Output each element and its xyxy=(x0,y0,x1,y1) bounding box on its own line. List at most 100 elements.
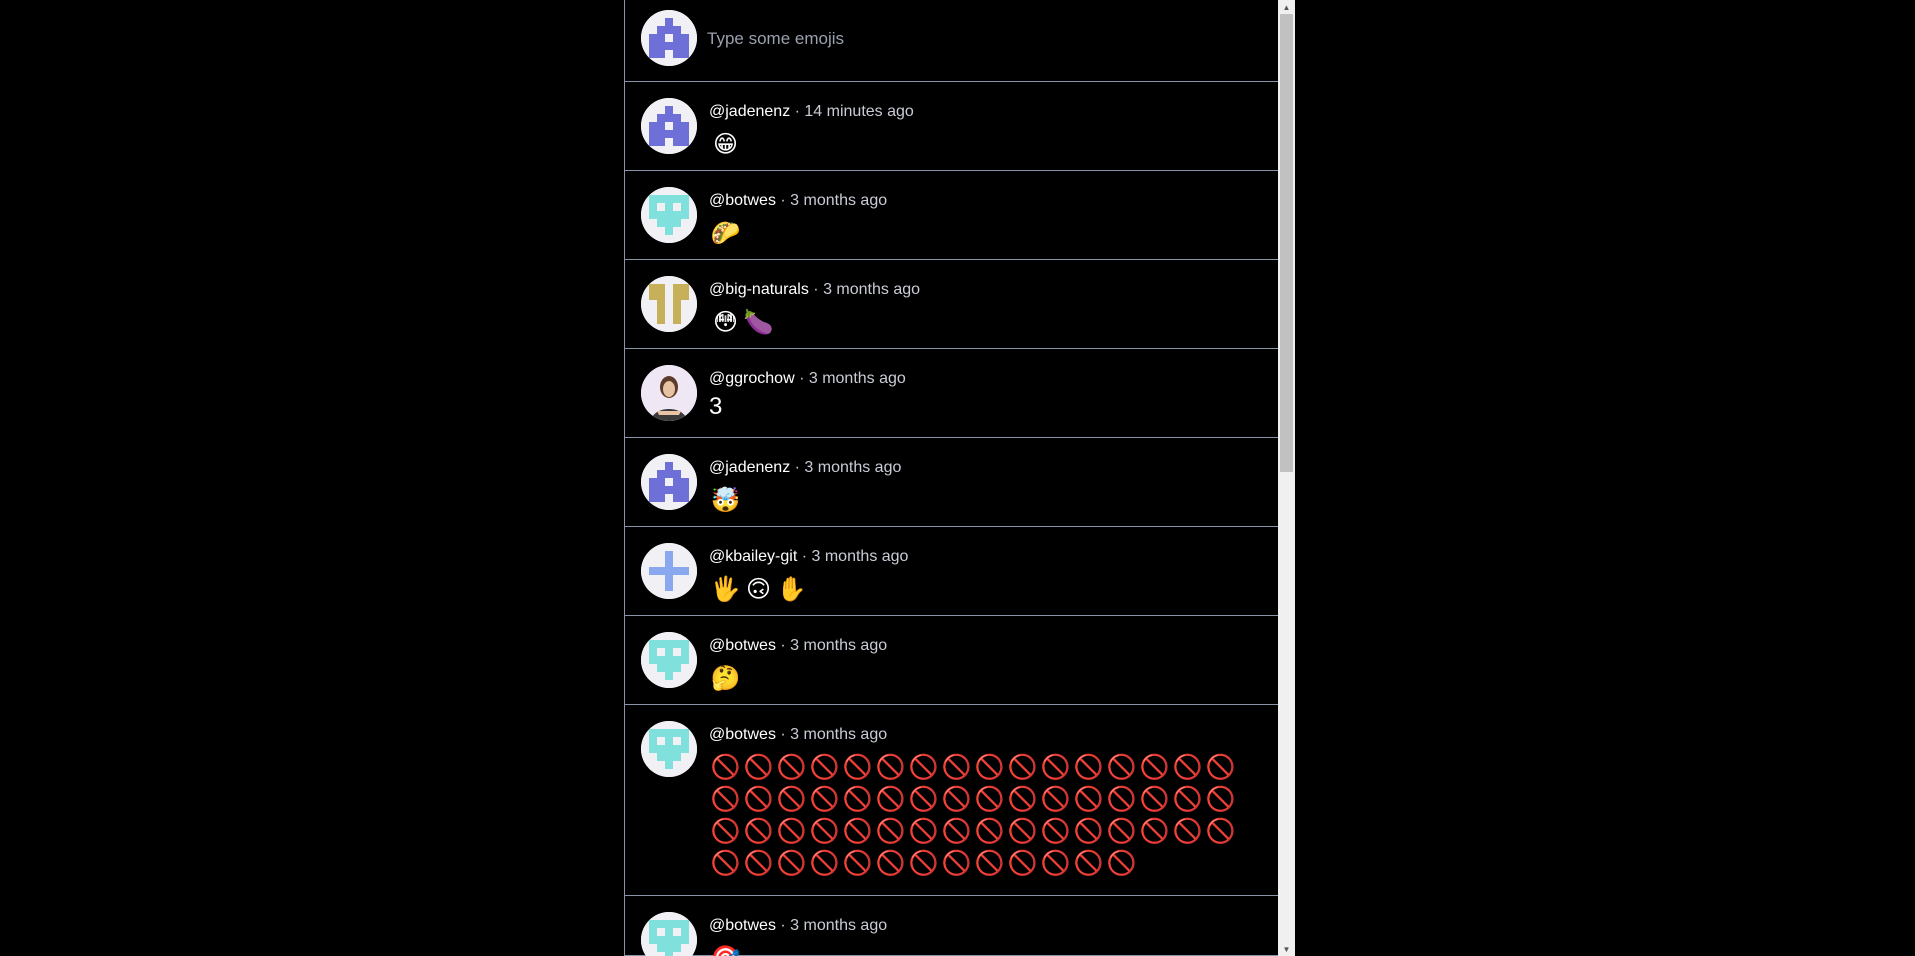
emoji: 🚫 xyxy=(1106,753,1137,781)
emoji-list: 🌮 xyxy=(709,217,1239,249)
user-avatar[interactable] xyxy=(641,912,697,956)
post-body: @jadenenz · 14 minutes ago 😁 xyxy=(709,102,1267,160)
emoji: 🍆 xyxy=(743,308,774,336)
emoji: 🖐 xyxy=(710,575,741,603)
emoji: 🚫 xyxy=(743,817,774,845)
post-item: @kbailey-git · 3 months ago 🖐 🙃 ✋ xyxy=(625,527,1279,616)
username-link[interactable]: @jadenenz xyxy=(709,459,790,476)
username-link[interactable]: @botwes xyxy=(709,917,776,934)
emoji: 🚫 xyxy=(941,849,972,877)
emoji-input[interactable] xyxy=(707,24,1227,54)
username-link[interactable]: @jadenenz xyxy=(709,103,790,120)
user-avatar[interactable] xyxy=(641,98,697,154)
emoji-feed: @jadenenz · 14 minutes ago 😁 @botwes · 3 m… xyxy=(624,0,1279,956)
post-timestamp: 14 minutes ago xyxy=(804,103,914,120)
scroll-up-arrow-icon[interactable]: ▲ xyxy=(1278,0,1295,14)
emoji: 🚫 xyxy=(743,849,774,877)
emoji-list: 🎯 xyxy=(709,942,1239,956)
emoji: 🚫 xyxy=(974,817,1005,845)
emoji: 🚫 xyxy=(1007,785,1038,813)
post-timestamp: 3 months ago xyxy=(804,459,902,476)
emoji: 🚫 xyxy=(1106,849,1137,877)
post-body: @ggrochow · 3 months ago 3 xyxy=(709,369,1267,421)
emoji: 🚫 xyxy=(1106,785,1137,813)
emoji: 🚫 xyxy=(1073,849,1104,877)
emoji: 🚫 xyxy=(842,849,873,877)
emoji: ✋ xyxy=(776,575,807,603)
emoji: 🚫 xyxy=(941,753,972,781)
post-body: @botwes · 3 months ago 🎯 xyxy=(709,916,1267,956)
emoji: 🚫 xyxy=(1139,753,1170,781)
emoji: 🚫 xyxy=(1040,849,1071,877)
meta-separator: · xyxy=(794,370,809,387)
emoji: 🚫 xyxy=(875,753,906,781)
username-link[interactable]: @kbailey-git xyxy=(709,548,797,565)
emoji: 🚫 xyxy=(776,817,807,845)
username-link[interactable]: @ggrochow xyxy=(709,370,795,387)
emoji: 🚫 xyxy=(743,753,774,781)
emoji-list: 🤔 xyxy=(709,662,1239,694)
post-meta: @jadenenz · 3 months ago xyxy=(709,458,1267,478)
post-meta: @botwes · 3 months ago xyxy=(709,725,1267,745)
post-body: @kbailey-git · 3 months ago 🖐 🙃 ✋ xyxy=(709,547,1267,605)
user-avatar[interactable] xyxy=(641,632,697,688)
emoji: 🚫 xyxy=(1073,785,1104,813)
emoji: 🚫 xyxy=(842,817,873,845)
post-meta: @botwes · 3 months ago xyxy=(709,916,1267,936)
username-link[interactable]: @big-naturals xyxy=(709,281,809,298)
username-link[interactable]: @botwes xyxy=(709,192,776,209)
emoji: 🚫 xyxy=(1172,785,1203,813)
meta-separator: · xyxy=(808,281,824,298)
emoji: 🚫 xyxy=(1106,817,1137,845)
scrollbar-thumb[interactable] xyxy=(1280,14,1293,472)
emoji: 🚫 xyxy=(1172,817,1203,845)
meta-separator: · xyxy=(775,726,791,743)
user-avatar[interactable] xyxy=(641,721,697,777)
meta-separator: · xyxy=(790,103,805,120)
emoji: 🚫 xyxy=(710,817,741,845)
post-list: @jadenenz · 14 minutes ago 😁 @botwes · 3 m… xyxy=(625,82,1279,956)
emoji: 🚫 xyxy=(1205,817,1236,845)
post-meta: @jadenenz · 14 minutes ago xyxy=(709,102,1267,122)
emoji: 🚫 xyxy=(1040,785,1071,813)
post-body: @botwes · 3 months ago 🚫 🚫 🚫 🚫 🚫 🚫 🚫 🚫 🚫 🚫 🚫 🚫 🚫 🚫 🚫 🚫 🚫 🚫… xyxy=(709,725,1267,879)
emoji: 🚫 xyxy=(908,849,939,877)
emoji: 😁 xyxy=(712,130,739,158)
user-avatar[interactable] xyxy=(641,543,697,599)
user-avatar[interactable] xyxy=(641,187,697,243)
emoji: 🚫 xyxy=(941,785,972,813)
meta-separator: · xyxy=(775,637,791,654)
emoji: 🚫 xyxy=(842,785,873,813)
post-item: @botwes · 3 months ago 🤔 xyxy=(625,616,1279,705)
scroll-down-arrow-icon[interactable]: ▼ xyxy=(1278,942,1295,956)
post-meta: @botwes · 3 months ago xyxy=(709,636,1267,656)
emoji-list: 🤯 xyxy=(709,484,1239,516)
emoji: 🚫 xyxy=(809,785,840,813)
emoji: 🚫 xyxy=(743,785,774,813)
post-timestamp: 3 months ago xyxy=(823,281,921,298)
emoji: 🚫 xyxy=(1205,753,1236,781)
post-timestamp: 3 months ago xyxy=(790,192,888,209)
username-link[interactable]: @botwes xyxy=(709,726,776,743)
meta-separator: · xyxy=(790,459,805,476)
username-link[interactable]: @botwes xyxy=(709,637,776,654)
emoji: 🚫 xyxy=(842,753,873,781)
post-meta: @ggrochow · 3 months ago xyxy=(709,369,1267,389)
scrollbar[interactable]: ▲ ▼ xyxy=(1278,0,1295,956)
user-avatar[interactable] xyxy=(641,454,697,510)
user-avatar[interactable] xyxy=(641,276,697,332)
post-timestamp: 3 months ago xyxy=(790,726,888,743)
user-avatar[interactable] xyxy=(641,365,697,421)
post-item: @botwes · 3 months ago 🌮 xyxy=(625,171,1279,260)
emoji: 🚫 xyxy=(1073,753,1104,781)
post-item: @jadenenz · 14 minutes ago 😁 xyxy=(625,82,1279,171)
emoji: 🚫 xyxy=(776,753,807,781)
meta-separator: · xyxy=(775,192,791,209)
meta-separator: · xyxy=(775,917,791,934)
emoji: 🚫 xyxy=(974,753,1005,781)
post-body: @big-naturals · 3 months ago 😳 🍆 xyxy=(709,280,1267,338)
emoji: 🚫 xyxy=(1139,785,1170,813)
emoji: 🚫 xyxy=(809,817,840,845)
emoji: 🚫 xyxy=(1040,817,1071,845)
emoji: 🚫 xyxy=(1007,753,1038,781)
